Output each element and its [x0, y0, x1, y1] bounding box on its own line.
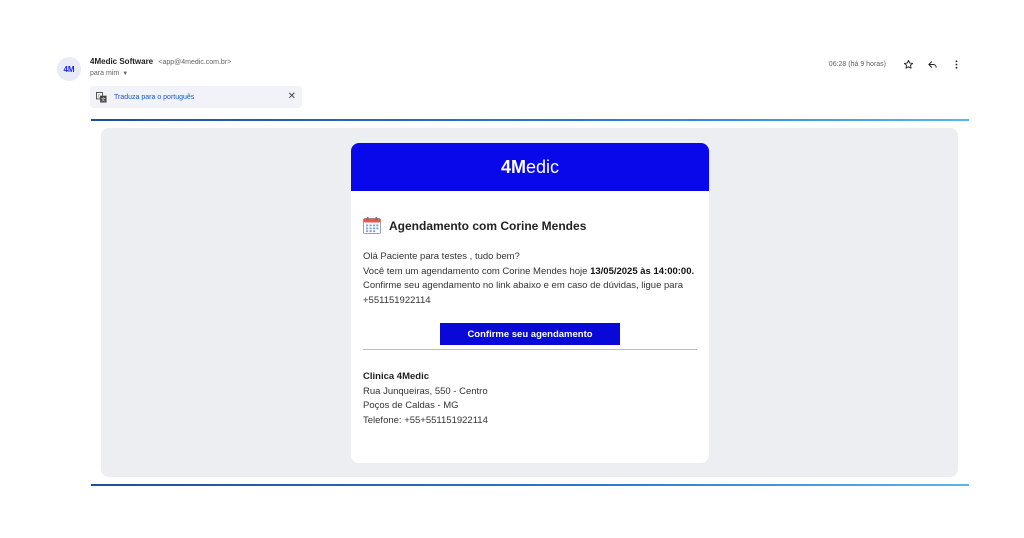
sender-line: 4Medic Software <app@4medic.com.br>: [90, 57, 231, 66]
clinic-city: Poços de Caldas - MG: [363, 400, 459, 411]
clinic-info: Clinica 4Medic Rua Junqueiras, 550 - Cen…: [363, 370, 697, 428]
top-divider: [91, 119, 969, 121]
title-row: Agendamento com Corine Mendes: [363, 217, 697, 234]
translate-icon: G 文: [96, 91, 107, 103]
recipient-details[interactable]: para mim ▼: [90, 70, 128, 77]
clinic-name: Clinica 4Medic: [363, 371, 429, 382]
contact-phone-line: +551151922114: [363, 294, 431, 306]
svg-text:文: 文: [101, 96, 106, 103]
calendar-icon: [363, 217, 381, 234]
brand-logo: 4Medic: [500, 156, 560, 177]
message-text: Olá Paciente para testes , tudo bem? Voc…: [363, 250, 697, 308]
greeting-line: Olá Paciente para testes , tudo bem?: [363, 251, 520, 262]
translate-link[interactable]: Traduza para o português: [114, 94, 194, 101]
timestamp: 06:28 (há 9 horas): [828, 60, 886, 68]
clinic-address: Rua Junqueiras, 550 - Centro: [363, 385, 488, 397]
instruction-line: Confirme seu agendamento no link abaixo …: [363, 280, 684, 291]
message-actions: 06:28 (há 9 horas): [829, 57, 968, 71]
card-header: 4Medic: [351, 143, 709, 191]
more-vert-icon[interactable]: [944, 57, 968, 71]
sender-name[interactable]: 4Medic Software: [90, 57, 153, 66]
bottom-divider: [91, 484, 969, 486]
appointment-datetime: 13/05/2025 às 14:00:00.: [590, 265, 695, 277]
appointment-line: Você tem um agendamento com Corine Mende…: [363, 265, 695, 277]
translate-bar: G 文 Traduza para o português ✕: [90, 86, 302, 108]
confirm-wrap: Confirme seu agendamento: [363, 323, 697, 345]
star-icon[interactable]: [896, 57, 920, 71]
clinic-phone: Telefone: +55+551151922114: [363, 414, 488, 426]
close-icon[interactable]: ✕: [288, 92, 296, 102]
sender-email: <app@4medic.com.br>: [158, 59, 232, 66]
sender-avatar[interactable]: 4M: [57, 57, 81, 81]
email-title: Agendamento com Corine Mendes: [389, 218, 587, 233]
confirm-appointment-button[interactable]: Confirme seu agendamento: [440, 323, 620, 345]
chevron-down-icon[interactable]: ▼: [122, 71, 128, 77]
email-card: 4Medic Agendamento com Corine Mendes Olá…: [351, 143, 709, 463]
reply-icon[interactable]: [920, 57, 944, 71]
section-divider: [363, 349, 697, 350]
recipient-label: para mim: [90, 70, 120, 77]
card-body: Agendamento com Corine Mendes Olá Pacien…: [351, 191, 709, 428]
